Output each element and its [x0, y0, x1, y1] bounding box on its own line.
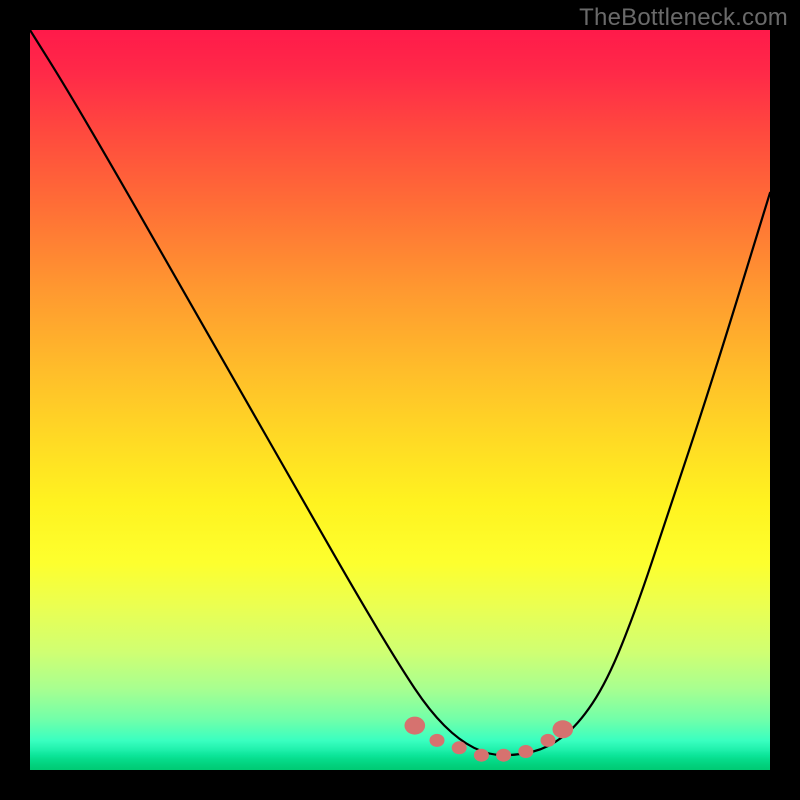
highlight-marker — [474, 749, 489, 762]
highlight-marker — [553, 720, 574, 738]
highlight-marker — [541, 734, 556, 747]
plot-area — [30, 30, 770, 770]
watermark-text: TheBottleneck.com — [579, 4, 788, 32]
highlight-marker — [518, 745, 533, 758]
curve-svg — [30, 30, 770, 770]
highlight-marker — [452, 741, 467, 754]
chart-frame: TheBottleneck.com — [0, 0, 800, 800]
highlight-marker — [496, 749, 511, 762]
highlight-marker — [405, 717, 426, 735]
marker-group — [405, 717, 574, 762]
highlight-marker — [430, 734, 445, 747]
bottleneck-curve — [30, 30, 770, 755]
